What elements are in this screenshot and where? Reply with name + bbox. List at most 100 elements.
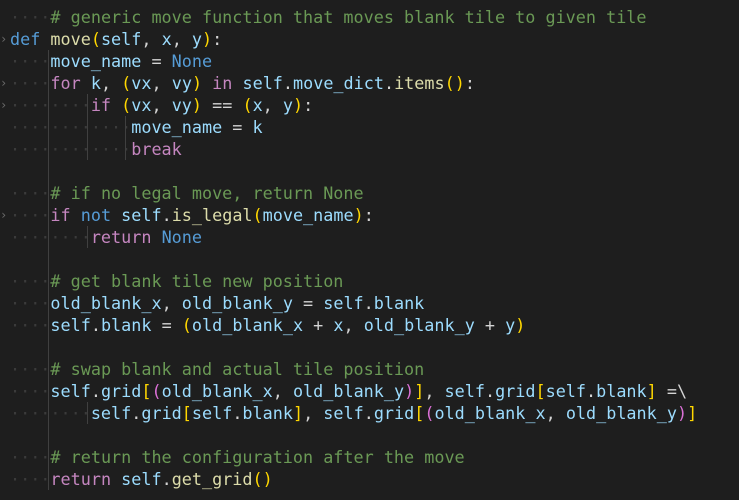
code-token: vx (131, 95, 152, 115)
code-token: self (121, 205, 162, 225)
code-line[interactable]: ····# generic move function that moves b… (10, 6, 647, 28)
indent-whitespace: ···· (10, 315, 51, 335)
code-token: if (90, 95, 112, 115)
code-token: ( (121, 73, 132, 93)
code-token: old_blank_x (434, 403, 546, 423)
code-token: x (161, 29, 172, 49)
code-line[interactable]: ····return self.get_grid() (10, 468, 273, 490)
indent-whitespace: ········ (10, 95, 91, 115)
code-token: old_blank_x (191, 315, 304, 335)
code-token: . (363, 403, 374, 423)
code-token: x (333, 315, 344, 335)
code-line[interactable]: ····# get blank tile new position (10, 270, 343, 292)
code-token: ) (353, 205, 364, 225)
code-token: =\ (656, 381, 688, 401)
fold-chevron-icon[interactable]: › (0, 94, 8, 116)
code-token: . (161, 469, 172, 489)
code-line[interactable]: ····# swap blank and actual tile positio… (10, 358, 424, 380)
code-token: in (212, 73, 233, 93)
code-line[interactable]: ········self.grid[self.blank], self.grid… (10, 402, 697, 424)
code-token: ( (424, 403, 435, 423)
code-token: [ (141, 381, 152, 401)
code-token: , (171, 29, 192, 49)
code-line[interactable]: ····self.blank = (old_blank_x + x, old_b… (10, 314, 525, 336)
code-token: # return the configuration after the mov… (50, 447, 465, 467)
code-line[interactable]: ····for k, (vx, vy) in self.move_dict.it… (10, 72, 475, 94)
code-token: blank (596, 381, 647, 401)
code-line[interactable]: def move(self, x, y): (10, 28, 222, 50)
code-token: grid (141, 403, 182, 423)
code-line[interactable]: ········if (vx, vy) == (x, y): (10, 94, 313, 116)
code-token: . (161, 205, 172, 225)
code-token: get_grid (171, 469, 253, 489)
indent-whitespace: ···· (10, 271, 51, 291)
code-token: ] (687, 403, 698, 423)
code-token: blank (373, 293, 425, 313)
code-token: grid (495, 381, 536, 401)
code-token: . (232, 403, 243, 423)
code-line[interactable]: ········return None (10, 226, 202, 248)
code-token: . (90, 381, 101, 401)
indent-whitespace: ········ (10, 403, 91, 423)
fold-chevron-icon[interactable]: › (0, 72, 8, 94)
code-token: , (141, 29, 162, 49)
code-line[interactable]: ····move_name = None (10, 50, 212, 72)
code-token: == (202, 95, 243, 115)
code-token: old_blank_y (565, 403, 677, 423)
code-token: ( (242, 95, 253, 115)
code-token: . (383, 73, 395, 93)
code-token: vy (171, 95, 192, 115)
code-token: , (343, 315, 364, 335)
indent-whitespace: ···· (10, 293, 51, 313)
code-token: : (363, 205, 374, 225)
code-editor[interactable]: ····# generic move function that moves b… (0, 0, 739, 500)
indent-guide (48, 50, 49, 490)
indent-whitespace: ············ (10, 139, 132, 159)
indent-whitespace: ········ (10, 227, 91, 247)
code-token: self (545, 381, 587, 401)
code-token: ( (90, 29, 101, 49)
code-token: # if no legal move, return None (50, 183, 364, 203)
code-line[interactable]: ····self.grid[(old_blank_x, old_blank_y)… (10, 380, 687, 402)
code-token: k (252, 117, 263, 137)
code-token: if (50, 205, 71, 225)
code-token: is_legal (171, 205, 253, 225)
code-token: ) (202, 29, 213, 49)
code-token: move_name (131, 117, 223, 137)
code-token: ( (252, 205, 263, 225)
code-token: ] (292, 403, 304, 423)
code-line[interactable]: ············break (10, 138, 182, 160)
code-token: # swap blank and actual tile position (50, 359, 425, 379)
code-token: move_name (50, 51, 142, 71)
code-line[interactable]: ····# return the configuration after the… (10, 446, 465, 468)
code-token: ( (121, 95, 132, 115)
fold-chevron-icon[interactable]: › (0, 28, 8, 50)
code-token: grid (373, 403, 415, 423)
code-token: vx (131, 73, 152, 93)
code-token: old_blank_y (292, 381, 405, 401)
indent-whitespace: ···· (10, 183, 51, 203)
code-line[interactable]: ····if not self.is_legal(move_name): (10, 204, 374, 226)
code-token: + (474, 315, 506, 335)
code-token: = (151, 315, 182, 335)
code-token: : (212, 29, 223, 49)
fold-chevron-icon[interactable]: › (0, 204, 8, 226)
code-token: items (394, 73, 445, 93)
code-token: blank (242, 403, 293, 423)
code-token: , (272, 381, 293, 401)
code-token: ) (191, 95, 203, 115)
code-line[interactable]: ····# if no legal move, return None (10, 182, 364, 204)
code-token: , (161, 293, 182, 313)
code-token: break (131, 139, 182, 159)
code-token: y (282, 95, 293, 115)
indent-whitespace: ···· (10, 447, 51, 467)
code-token: , (151, 73, 172, 93)
code-line[interactable]: ····old_blank_x, old_blank_y = self.blan… (10, 292, 424, 314)
code-token: , (303, 403, 324, 423)
